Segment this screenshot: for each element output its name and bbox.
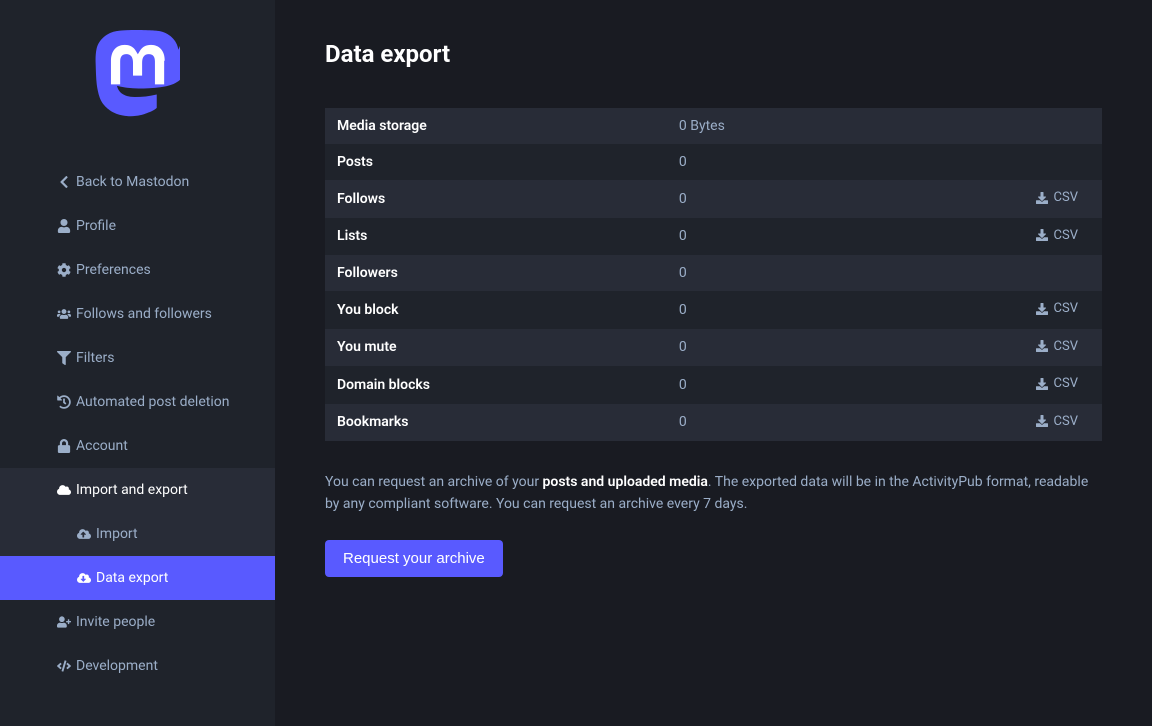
nav-import-export[interactable]: Import and export <box>0 468 275 512</box>
chevron-left-icon <box>56 174 72 190</box>
row-value: 0 <box>667 144 861 180</box>
row-value: 0 <box>667 255 861 291</box>
subnav-data-export[interactable]: Data export <box>0 556 275 600</box>
download-icon <box>1036 303 1048 315</box>
cloud-icon <box>56 482 72 498</box>
nav-label: Development <box>76 658 158 674</box>
nav-profile[interactable]: Profile <box>0 204 275 248</box>
subnav-import[interactable]: Import <box>0 512 275 556</box>
row-action: CSV <box>861 366 1102 404</box>
desc-bold: posts and uploaded media <box>543 474 708 490</box>
csv-download-link[interactable]: CSV <box>1036 190 1078 205</box>
row-label: Followers <box>325 255 667 291</box>
row-action: CSV <box>861 404 1102 442</box>
cloud-upload-icon <box>76 526 92 542</box>
desc-prefix: You can request an archive of your <box>325 474 543 490</box>
nav-label: Automated post deletion <box>76 394 229 410</box>
table-row: Bookmarks0 CSV <box>325 404 1102 442</box>
row-value: 0 <box>667 180 861 218</box>
csv-download-link[interactable]: CSV <box>1036 228 1078 243</box>
csv-download-link[interactable]: CSV <box>1036 339 1078 354</box>
mastodon-logo-icon <box>95 30 180 120</box>
row-action: CSV <box>861 218 1102 256</box>
download-icon <box>1036 378 1048 390</box>
nav-development[interactable]: Development <box>0 644 275 688</box>
nav-label: Account <box>76 438 128 454</box>
download-icon <box>1036 415 1048 427</box>
row-action: CSV <box>861 329 1102 367</box>
page-title: Data export <box>325 40 1102 68</box>
row-label: Follows <box>325 180 667 218</box>
nav-label: Follows and followers <box>76 306 212 322</box>
row-label: Bookmarks <box>325 404 667 442</box>
gear-icon <box>56 262 72 278</box>
row-value: 0 <box>667 404 861 442</box>
nav-filters[interactable]: Filters <box>0 336 275 380</box>
nav-back-to-mastodon[interactable]: Back to Mastodon <box>0 160 275 204</box>
nav-label: Back to Mastodon <box>76 174 189 190</box>
row-value: 0 <box>667 291 861 329</box>
code-icon <box>56 658 72 674</box>
row-label: You block <box>325 291 667 329</box>
table-row: Media storage0 Bytes <box>325 108 1102 144</box>
filter-icon <box>56 350 72 366</box>
history-icon <box>56 394 72 410</box>
row-value: 0 Bytes <box>667 108 861 144</box>
csv-download-link[interactable]: CSV <box>1036 376 1078 391</box>
users-icon <box>56 306 72 322</box>
cloud-download-icon <box>76 570 92 586</box>
row-label: Posts <box>325 144 667 180</box>
csv-download-link[interactable]: CSV <box>1036 414 1078 429</box>
nav-follows[interactable]: Follows and followers <box>0 292 275 336</box>
table-row: Domain blocks0 CSV <box>325 366 1102 404</box>
row-label: Media storage <box>325 108 667 144</box>
main-content: Data export Media storage0 BytesPosts0Fo… <box>275 0 1152 726</box>
table-row: You block0 CSV <box>325 291 1102 329</box>
row-action <box>861 108 1102 144</box>
user-plus-icon <box>56 614 72 630</box>
table-row: Lists0 CSV <box>325 218 1102 256</box>
logo-wrap <box>0 30 275 120</box>
csv-download-link[interactable]: CSV <box>1036 301 1078 316</box>
row-value: 0 <box>667 218 861 256</box>
row-value: 0 <box>667 366 861 404</box>
subnav: Import Data export <box>0 512 275 600</box>
export-table: Media storage0 BytesPosts0Follows0 CSVLi… <box>325 108 1102 441</box>
row-action <box>861 255 1102 291</box>
row-label: Lists <box>325 218 667 256</box>
download-icon <box>1036 229 1048 241</box>
nav-label: Invite people <box>76 614 155 630</box>
nav-automated-deletion[interactable]: Automated post deletion <box>0 380 275 424</box>
nav-preferences[interactable]: Preferences <box>0 248 275 292</box>
download-icon <box>1036 192 1048 204</box>
nav-invite[interactable]: Invite people <box>0 600 275 644</box>
nav-label: Import and export <box>76 482 188 498</box>
table-row: Follows0 CSV <box>325 180 1102 218</box>
request-archive-button[interactable]: Request your archive <box>325 540 503 577</box>
nav-label: Filters <box>76 350 115 366</box>
nav-account[interactable]: Account <box>0 424 275 468</box>
table-row: Posts0 <box>325 144 1102 180</box>
row-action: CSV <box>861 180 1102 218</box>
row-label: You mute <box>325 329 667 367</box>
row-value: 0 <box>667 329 861 367</box>
table-row: You mute0 CSV <box>325 329 1102 367</box>
nav-label: Preferences <box>76 262 151 278</box>
nav-label: Profile <box>76 218 116 234</box>
subnav-label: Import <box>96 526 138 542</box>
table-row: Followers0 <box>325 255 1102 291</box>
archive-description: You can request an archive of your posts… <box>325 471 1102 516</box>
subnav-label: Data export <box>96 570 168 586</box>
row-action: CSV <box>861 291 1102 329</box>
nav: Back to Mastodon Profile Preferences Fol… <box>0 160 275 688</box>
download-icon <box>1036 340 1048 352</box>
row-action <box>861 144 1102 180</box>
row-label: Domain blocks <box>325 366 667 404</box>
user-icon <box>56 218 72 234</box>
lock-icon <box>56 438 72 454</box>
sidebar: Back to Mastodon Profile Preferences Fol… <box>0 0 275 726</box>
